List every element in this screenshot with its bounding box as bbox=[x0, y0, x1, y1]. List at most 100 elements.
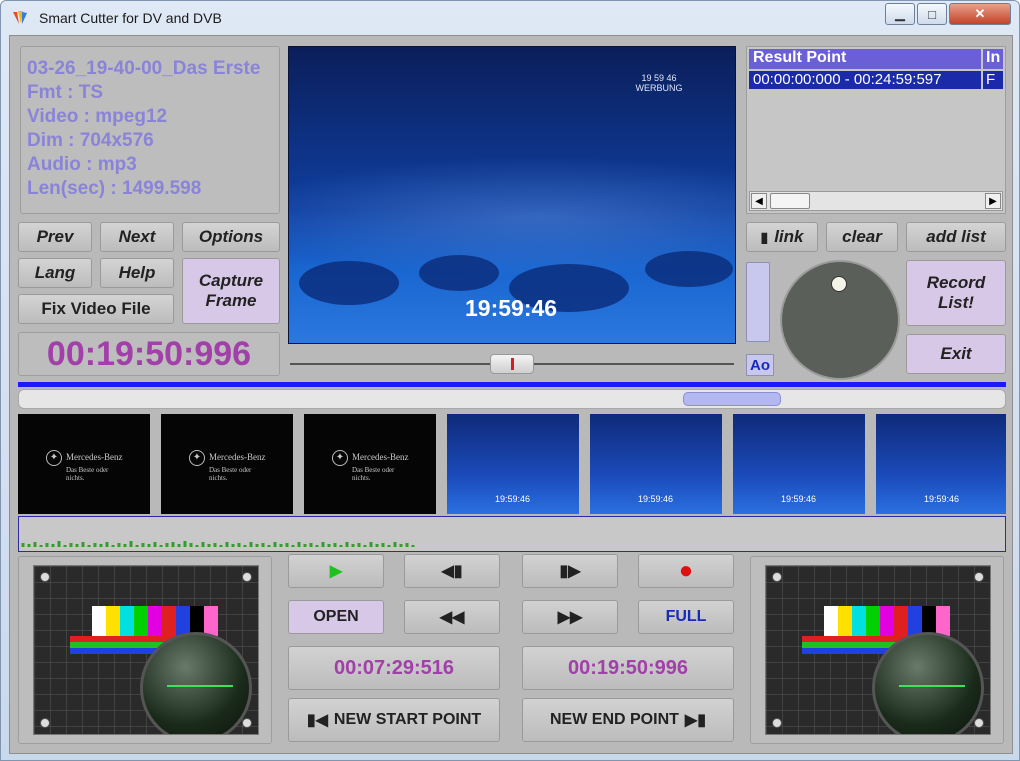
scrollbar-thumb[interactable] bbox=[770, 193, 810, 209]
file-format: Fmt : TS bbox=[27, 82, 103, 103]
screw-icon bbox=[242, 718, 252, 728]
new-end-point-button[interactable]: NEW END POINT ▶▮ bbox=[522, 698, 734, 742]
oscilloscope-icon bbox=[140, 632, 252, 734]
new-start-point-button[interactable]: ▮◀ NEW START POINT bbox=[288, 698, 500, 742]
step-back-icon: ◀▮ bbox=[441, 563, 463, 580]
step-forward-icon: ▮▶ bbox=[559, 563, 581, 580]
record-button[interactable]: ● bbox=[638, 554, 734, 588]
current-time-display: 00:19:50:996 bbox=[18, 332, 280, 376]
scroll-right-icon[interactable]: ▶ bbox=[985, 193, 1001, 209]
audio-waveform bbox=[21, 541, 415, 547]
result-flag: F bbox=[986, 71, 996, 88]
start-point-icon: ▮◀ bbox=[306, 712, 328, 729]
audio-out-button[interactable]: Ao bbox=[746, 354, 774, 376]
step-forward-button[interactable]: ▮▶ bbox=[522, 554, 618, 588]
thumbnail-brand: Mercedes-Benz bbox=[66, 452, 123, 463]
video-logo-text: WERBUNG bbox=[635, 83, 683, 93]
record-icon: ● bbox=[678, 557, 694, 584]
video-codec: Video : mpeg12 bbox=[27, 106, 168, 127]
audio-waveform-strip[interactable] bbox=[18, 516, 1006, 552]
fast-forward-button[interactable]: ▶▶ bbox=[522, 600, 618, 634]
thumbnail-frame[interactable]: ✦ Mercedes-Benz Das Beste oder nichts. bbox=[18, 414, 150, 514]
play-icon: ▶ bbox=[329, 563, 343, 580]
screw-icon bbox=[974, 718, 984, 728]
thumbnail-slogan: Das Beste oder nichts. bbox=[352, 466, 395, 482]
result-point-list[interactable]: Result Point In 00:00:00:000 - 00:24:59:… bbox=[746, 46, 1006, 214]
volume-slider[interactable] bbox=[746, 262, 770, 342]
video-dimensions: Dim : 704x576 bbox=[27, 130, 154, 151]
play-button[interactable]: ▶ bbox=[288, 554, 384, 588]
exit-button[interactable]: Exit bbox=[906, 334, 1006, 374]
add-list-button[interactable]: add list bbox=[906, 222, 1006, 252]
prev-button[interactable]: Prev bbox=[18, 222, 92, 252]
fast-forward-icon: ▶▶ bbox=[557, 609, 583, 626]
new-start-point-label: NEW START POINT bbox=[333, 711, 482, 728]
open-button[interactable]: OPEN bbox=[288, 600, 384, 634]
rewind-icon: ◀◀ bbox=[439, 609, 465, 626]
end-point-icon: ▶▮ bbox=[684, 712, 706, 729]
mercedes-star-icon: ✦ bbox=[189, 450, 205, 466]
maximize-button[interactable]: □ bbox=[917, 3, 947, 25]
input-monitor-panel bbox=[18, 556, 272, 744]
rewind-button[interactable]: ◀◀ bbox=[404, 600, 500, 634]
timeline-scrollbar[interactable] bbox=[18, 389, 1006, 409]
fix-video-file-button[interactable]: Fix Video File bbox=[18, 294, 174, 324]
link-button[interactable]: ▮ link bbox=[746, 222, 818, 252]
help-button[interactable]: Help bbox=[100, 258, 174, 288]
result-point-column-header[interactable]: Result Point bbox=[749, 49, 983, 69]
thumbnail-time: 19:59:46 bbox=[924, 494, 960, 504]
video-preview[interactable]: 19 59 46 WERBUNG 19:59:46 bbox=[288, 46, 736, 344]
next-button[interactable]: Next bbox=[100, 222, 174, 252]
title-bar[interactable]: Smart Cutter for DV and DVB ▁ □ ✕ bbox=[1, 1, 1019, 35]
thumbnail-frame[interactable]: 19:59:46 bbox=[876, 414, 1006, 514]
screw-icon bbox=[772, 718, 782, 728]
video-logo-time: 19 59 46 bbox=[641, 73, 677, 83]
options-button[interactable]: Options bbox=[182, 222, 280, 252]
duration: Len(sec) : 1499.598 bbox=[27, 178, 202, 199]
output-monitor-graphic bbox=[765, 565, 991, 735]
audio-codec: Audio : mp3 bbox=[27, 154, 137, 175]
jog-dial[interactable] bbox=[780, 260, 900, 380]
result-list-scrollbar[interactable]: ◀ ▶ bbox=[749, 191, 1003, 211]
thumbnail-frame[interactable]: 19:59:46 bbox=[590, 414, 722, 514]
thumbnail-frame[interactable]: ✦ Mercedes-Benz Das Beste oder nichts. bbox=[161, 414, 293, 514]
link-label: link bbox=[774, 227, 804, 246]
clear-button[interactable]: clear bbox=[826, 222, 898, 252]
seek-slider-thumb[interactable] bbox=[490, 354, 534, 374]
screw-icon bbox=[772, 572, 782, 582]
capture-frame-button[interactable]: Capture Frame bbox=[182, 258, 280, 324]
main-client-area: 03-26_19-40-00_Das Erste Fmt : TS Video … bbox=[9, 35, 1013, 754]
thumbnail-time: 19:59:46 bbox=[495, 494, 531, 504]
video-overlay-time: 19:59:46 bbox=[465, 295, 558, 321]
screw-icon bbox=[242, 572, 252, 582]
seek-slider[interactable] bbox=[288, 352, 736, 376]
seek-position-mark bbox=[511, 358, 514, 370]
scroll-left-icon[interactable]: ◀ bbox=[751, 193, 767, 209]
step-back-button[interactable]: ◀▮ bbox=[404, 554, 500, 588]
minimize-button[interactable]: ▁ bbox=[885, 3, 915, 25]
app-icon bbox=[13, 11, 27, 24]
world-map-graphic bbox=[299, 251, 733, 312]
thumbnail-frame[interactable]: ✦ Mercedes-Benz Das Beste oder nichts. bbox=[304, 414, 436, 514]
input-monitor-graphic bbox=[33, 565, 259, 735]
timeline-thumb[interactable] bbox=[683, 392, 781, 406]
start-time-display: 00:07:29:516 bbox=[288, 646, 500, 690]
thumbnail-slogan: Das Beste oder nichts. bbox=[66, 466, 109, 482]
thumbnail-slogan: Das Beste oder nichts. bbox=[209, 466, 252, 482]
window-title: Smart Cutter for DV and DVB bbox=[39, 10, 222, 26]
thumbnail-frame[interactable]: 19:59:46 bbox=[447, 414, 579, 514]
record-list-button[interactable]: Record List! bbox=[906, 260, 1006, 326]
video-logo: 19 59 46 WERBUNG bbox=[635, 73, 683, 93]
thumbnail-time: 19:59:46 bbox=[638, 494, 674, 504]
end-time-display: 00:19:50:996 bbox=[522, 646, 734, 690]
close-button[interactable]: ✕ bbox=[949, 3, 1011, 25]
lang-button[interactable]: Lang bbox=[18, 258, 92, 288]
mercedes-star-icon: ✦ bbox=[332, 450, 348, 466]
in-column-header[interactable]: In bbox=[983, 49, 1000, 69]
result-list-row[interactable]: 00:00:00:000 - 00:24:59:597 F bbox=[749, 71, 1003, 89]
thumbnail-frame[interactable]: 19:59:46 bbox=[733, 414, 865, 514]
jog-dial-indicator bbox=[831, 276, 847, 292]
result-list-header: Result Point In bbox=[749, 49, 1003, 69]
screw-icon bbox=[974, 572, 984, 582]
full-button[interactable]: FULL bbox=[638, 600, 734, 634]
